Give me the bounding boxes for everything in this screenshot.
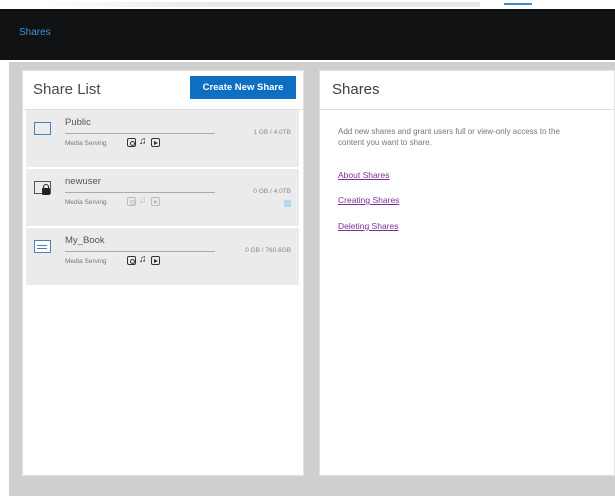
photo-media-icon [127,138,136,147]
page-header: Shares [0,9,615,60]
panel-separator [320,109,614,110]
share-capacity: 0 GB / 760.6GB [245,247,291,254]
music-media-icon: ♫ [139,195,147,206]
creating-shares-link[interactable]: Creating Shares [338,195,399,205]
user-lock-icon [34,181,51,195]
create-new-share-button[interactable]: Create New Share [190,76,296,99]
folder-icon [34,122,51,135]
deleting-shares-link[interactable]: Deleting Shares [338,221,398,231]
media-serving-label: Media Serving [65,140,107,147]
share-row-my-book[interactable]: My_Book 0 GB / 760.6GB Media Serving ♫ [26,228,299,287]
music-media-icon: ♫ [139,136,147,147]
media-serving-label: Media Serving [65,258,107,265]
browser-top-strip [0,0,615,9]
share-capacity: 0 GB / 4.0TB [253,188,291,195]
share-list: Public 1 GB / 4.0TB Media Serving ♫ newu… [26,110,299,287]
share-name[interactable]: My_Book [65,235,105,246]
top-link-underline [504,3,532,5]
faded-text-strip [40,2,480,7]
drive-icon [34,240,51,253]
photo-media-icon [127,197,136,206]
shares-info-title: Shares [332,81,380,98]
video-media-icon [151,138,160,147]
share-row-newuser[interactable]: newuser 0 GB / 4.0TB Media Serving ♫ [26,169,299,228]
shares-info-panel: Shares Add new shares and grant users fu… [319,70,615,476]
header-title[interactable]: Shares [19,27,51,38]
share-name[interactable]: Public [65,117,91,128]
music-media-icon: ♫ [139,254,147,265]
video-media-icon [151,197,160,206]
shares-description: Add new shares and grant users full or v… [338,127,560,147]
share-list-panel: Share List Create New Share Public 1 GB … [22,70,304,476]
media-serving-label: Media Serving [65,199,107,206]
usage-bar [65,192,215,193]
content-frame: Share List Create New Share Public 1 GB … [9,62,615,496]
video-media-icon [151,256,160,265]
share-list-title: Share List [33,81,101,98]
photo-media-icon [127,256,136,265]
share-capacity: 1 GB / 4.0TB [253,129,291,136]
usage-bar [65,133,215,134]
lock-icon [42,184,50,195]
sync-icon [284,200,291,207]
share-row-public[interactable]: Public 1 GB / 4.0TB Media Serving ♫ [26,110,299,169]
usage-bar [65,251,215,252]
about-shares-link[interactable]: About Shares [338,170,390,180]
share-name[interactable]: newuser [65,176,101,187]
